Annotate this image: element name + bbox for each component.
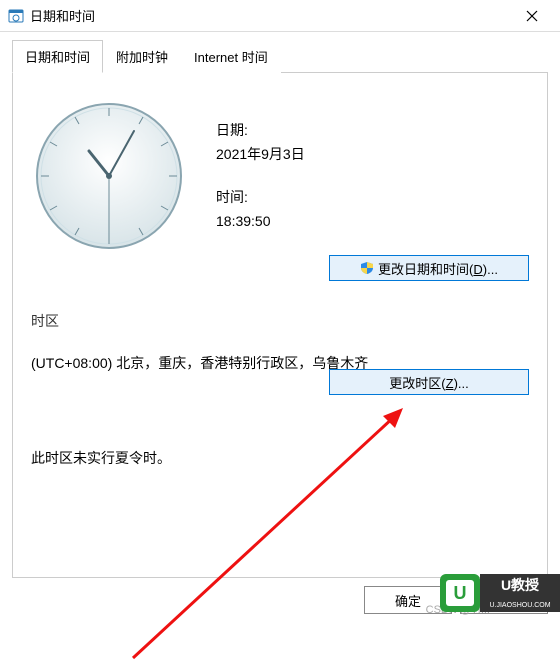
close-button[interactable] (512, 2, 552, 30)
ujs-bottom-text: U.JIAOSHOU.COM (489, 602, 550, 609)
titlebar: 日期和时间 (0, 0, 560, 32)
dst-note: 此时区未实行夏令时。 (31, 448, 529, 468)
change-date-time-button[interactable]: 更改日期和时间(D)... (329, 255, 529, 281)
change-dt-label: 更改日期和时间(D)... (378, 259, 498, 278)
timezone-section-label: 时区 (31, 311, 529, 331)
watermark-ujiaoshou: U U教授 U.JIAOSHOU.COM (440, 562, 560, 624)
tab-datetime[interactable]: 日期和时间 (12, 40, 103, 73)
window-title: 日期和时间 (30, 6, 512, 25)
svg-text:U: U (454, 583, 467, 603)
date-value: 2021年9月3日 (216, 143, 305, 165)
datetime-row: 日期: 2021年9月3日 时间: 18:39:50 (31, 91, 529, 261)
content-area: 日期和时间 附加时钟 Internet 时间 (0, 32, 560, 586)
tab-additional-clocks[interactable]: 附加时钟 (103, 40, 181, 73)
date-label: 日期: (216, 119, 305, 141)
app-icon (8, 8, 24, 24)
ujs-top-text: U教授 (501, 577, 540, 593)
analog-clock (31, 91, 186, 261)
time-label: 时间: (216, 186, 305, 208)
close-icon (526, 10, 538, 22)
annotation-arrow (123, 408, 413, 668)
datetime-info: 日期: 2021年9月3日 时间: 18:39:50 (216, 91, 305, 261)
tab-strip: 日期和时间 附加时钟 Internet 时间 (12, 40, 548, 73)
tab-panel-datetime: 日期: 2021年9月3日 时间: 18:39:50 更改日期和时间(D)...… (12, 73, 548, 578)
time-value: 18:39:50 (216, 210, 305, 232)
clock-face-icon (34, 101, 184, 251)
change-timezone-button[interactable]: 更改时区(Z)... (329, 369, 529, 395)
tab-internet-time[interactable]: Internet 时间 (181, 40, 281, 73)
change-tz-label: 更改时区(Z)... (389, 376, 468, 391)
shield-icon (360, 261, 374, 275)
